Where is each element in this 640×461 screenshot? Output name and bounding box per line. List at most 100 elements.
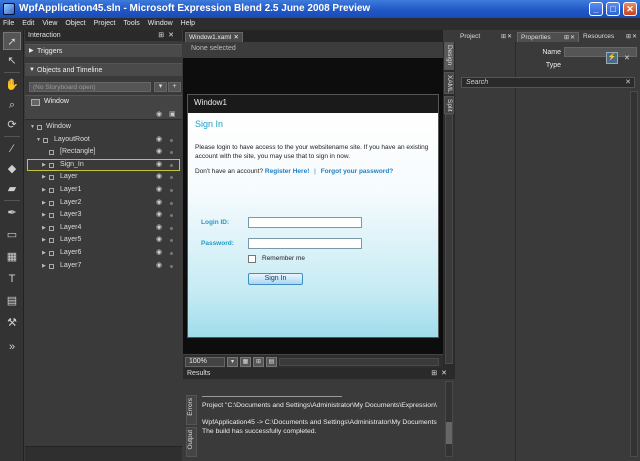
visibility-eye-icon[interactable]: ◉: [156, 209, 162, 222]
lock-dot-icon[interactable]: [170, 201, 173, 205]
property-search-input[interactable]: Search ✕: [461, 77, 635, 88]
lock-icon[interactable]: ▣: [169, 110, 176, 118]
lock-dot-icon[interactable]: [170, 188, 173, 192]
vertical-scrollbar[interactable]: [445, 114, 453, 364]
lock-dot-icon[interactable]: [170, 176, 173, 180]
lock-dot-icon[interactable]: [170, 138, 173, 142]
visibility-eye-icon[interactable]: ◉: [156, 134, 162, 147]
direct-selection-icon[interactable]: ↖: [3, 52, 21, 70]
objects-timeline-section[interactable]: ▼ Objects and Timeline: [25, 63, 182, 76]
lock-dot-icon[interactable]: [170, 251, 173, 255]
horizontal-scrollbar[interactable]: [279, 358, 439, 366]
snap-grid-icon[interactable]: ▦: [240, 357, 251, 367]
menu-tools[interactable]: Tools: [123, 18, 139, 30]
results-scrollbar[interactable]: [445, 381, 453, 457]
tab-resources[interactable]: Resources ⊞✕: [580, 32, 640, 42]
tree-row-layer6[interactable]: ▶ Layer6 ◉: [25, 247, 182, 260]
sign-in-form[interactable]: Sign In Please login to have access to t…: [188, 113, 438, 337]
login-id-input[interactable]: [248, 217, 362, 228]
visibility-eye-icon[interactable]: ◉: [156, 197, 162, 210]
zoom-level[interactable]: 100%: [185, 357, 225, 367]
paint-bucket-icon[interactable]: ◆: [3, 160, 21, 178]
tree-row-layer4[interactable]: ▶ Layer4 ◉: [25, 222, 182, 235]
output-log[interactable]: Project "C:\Documents and Settings\Admin…: [200, 381, 444, 457]
camera-orbit-icon[interactable]: ⟳: [3, 116, 21, 134]
tab-project[interactable]: Project ⊞✕: [457, 32, 515, 42]
new-storyboard-icon[interactable]: +: [168, 82, 181, 92]
triggers-section[interactable]: ▶ Triggers: [25, 44, 182, 57]
eyedropper-icon[interactable]: ⁄: [3, 140, 21, 158]
pan-hand-icon[interactable]: ✋: [3, 76, 21, 94]
expand-toggle-icon[interactable]: ▼: [30, 121, 35, 134]
visibility-eye-icon[interactable]: ◉: [156, 184, 162, 197]
storyboard-picker[interactable]: (No Storyboard open): [29, 82, 151, 92]
panel-pin-icon[interactable]: ⊞✕: [431, 368, 451, 379]
menu-object[interactable]: Object: [65, 18, 85, 30]
visibility-eye-icon[interactable]: ◉: [156, 146, 162, 159]
scroll-thumb[interactable]: [446, 422, 452, 444]
lock-dot-icon[interactable]: [170, 214, 173, 218]
tab-xaml[interactable]: XAML: [444, 72, 454, 94]
lock-dot-icon[interactable]: [170, 239, 173, 243]
tree-row-layer2[interactable]: ▶ Layer2 ◉: [25, 197, 182, 210]
tab-output[interactable]: Output: [186, 427, 197, 457]
tree-row-window[interactable]: ▼ Window: [25, 121, 182, 134]
panel-pin-icon[interactable]: ⊞✕: [158, 30, 178, 41]
tree-row-layer[interactable]: ▶ Layer ◉: [25, 171, 182, 184]
menu-edit[interactable]: Edit: [22, 18, 34, 30]
tree-row-sign-in[interactable]: ▶ Sign_In ◉: [27, 158, 180, 172]
document-tab[interactable]: Window1.xaml ✕: [185, 32, 243, 42]
tree-row-layer3[interactable]: ▶ Layer3 ◉: [25, 209, 182, 222]
lock-dot-icon[interactable]: [170, 226, 173, 230]
menu-view[interactable]: View: [42, 18, 57, 30]
visibility-eye-icon[interactable]: ◉: [156, 159, 162, 172]
design-window[interactable]: Window1 Sign In Please login to have acc…: [187, 94, 439, 338]
expand-toggle-icon[interactable]: ▶: [42, 209, 46, 222]
properties-scrollbar[interactable]: [630, 91, 638, 457]
zoom-dropdown-icon[interactable]: ▾: [227, 357, 238, 367]
tree-row-layer5[interactable]: ▶ Layer5 ◉: [25, 234, 182, 247]
visibility-eye-icon[interactable]: ◉: [156, 110, 162, 118]
menu-help[interactable]: Help: [181, 18, 195, 30]
expand-toggle-icon[interactable]: ▶: [42, 197, 46, 210]
expand-toggle-icon[interactable]: ▶: [42, 222, 46, 235]
tab-errors[interactable]: Errors: [186, 395, 197, 425]
storyboard-menu-icon[interactable]: ▾: [154, 82, 167, 92]
text-block-icon[interactable]: T: [3, 270, 21, 288]
close-button[interactable]: ✕: [623, 2, 637, 16]
expand-toggle-icon[interactable]: ▶: [42, 184, 46, 197]
menu-file[interactable]: File: [3, 18, 14, 30]
clear-search-icon[interactable]: ✕: [625, 78, 631, 87]
lock-dot-icon[interactable]: [170, 163, 173, 167]
remember-me-checkbox[interactable]: [248, 255, 256, 263]
expand-toggle-icon[interactable]: ▶: [42, 159, 46, 172]
snap-lines-icon[interactable]: ▤: [266, 357, 277, 367]
expand-toggle-icon[interactable]: ▶: [42, 234, 46, 247]
visibility-eye-icon[interactable]: ◉: [156, 247, 162, 260]
tree-row-layer1[interactable]: ▶ Layer1 ◉: [25, 184, 182, 197]
tree-row-layoutroot[interactable]: ▼ LayoutRoot ◉: [25, 134, 182, 147]
menu-project[interactable]: Project: [94, 18, 116, 30]
show-grid-icon[interactable]: ⊞: [253, 357, 264, 367]
pen-icon[interactable]: ✒: [3, 204, 21, 222]
layout-grid-icon[interactable]: ▦: [3, 248, 21, 266]
scope-window[interactable]: Window ◉ ▣: [25, 95, 182, 120]
close-icon[interactable]: ✕: [624, 54, 630, 62]
selection-tool-icon[interactable]: ➚: [3, 32, 21, 50]
lock-dot-icon[interactable]: [170, 151, 173, 155]
panel-pin-icon[interactable]: ⊞✕: [626, 32, 638, 42]
brush-transform-icon[interactable]: ▰: [3, 180, 21, 198]
register-link[interactable]: Register Here!: [265, 168, 309, 175]
maximize-button[interactable]: □: [606, 2, 620, 16]
forgot-password-link[interactable]: Forgot your password?: [321, 168, 394, 175]
tree-row-rectangle[interactable]: [Rectangle] ◉: [25, 146, 182, 159]
tab-split[interactable]: Split: [444, 96, 454, 114]
tab-design[interactable]: Design: [444, 42, 454, 70]
expand-toggle-icon[interactable]: ▶: [42, 247, 46, 260]
panel-pin-icon[interactable]: ⊞✕: [501, 32, 513, 42]
sign-in-button[interactable]: Sign In: [248, 273, 303, 285]
visibility-eye-icon[interactable]: ◉: [156, 260, 162, 273]
tab-properties[interactable]: Properties ⊞✕: [517, 32, 579, 42]
lock-dot-icon[interactable]: [170, 264, 173, 268]
tree-row-layer7[interactable]: ▶ Layer7 ◉: [25, 260, 182, 273]
